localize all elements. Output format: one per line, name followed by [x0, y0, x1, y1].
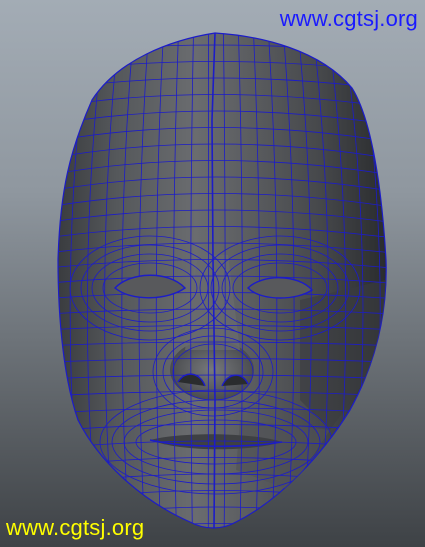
watermark-bottom: www.cgtsj.org [6, 515, 145, 540]
face-mesh-model[interactable] [0, 0, 425, 547]
3d-viewport[interactable]: www.cgtsj.org www.cgtsj.org [0, 0, 425, 547]
watermark-top: www.cgtsj.org [279, 6, 418, 31]
